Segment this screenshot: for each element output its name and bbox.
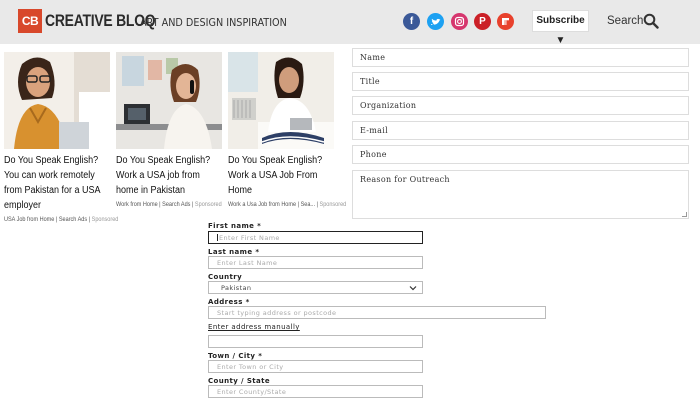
search-icon[interactable]	[643, 13, 659, 29]
chevron-down-icon	[409, 286, 417, 291]
first-name-input[interactable]: Enter First Name	[208, 231, 423, 244]
flipboard-icon[interactable]	[497, 13, 514, 30]
article-image[interactable]	[116, 52, 222, 149]
article-title[interactable]: Do You Speak English? Work a USA Job Fro…	[228, 153, 334, 198]
country-label: Country	[208, 273, 243, 281]
woman-with-glasses-at-laptop-icon	[4, 52, 110, 149]
county-input[interactable]: Enter County/State	[208, 385, 423, 398]
town-label: Town / City *	[208, 352, 263, 360]
article-title[interactable]: Do You Speak English? Work a USA job fro…	[116, 153, 222, 198]
town-input[interactable]: Enter Town or City	[208, 360, 423, 373]
address-input[interactable]: Start typing address or postcode	[208, 306, 546, 319]
twitter-icon[interactable]	[427, 13, 444, 30]
text-caret	[217, 234, 218, 241]
article-image[interactable]	[4, 52, 110, 149]
subscribe-button[interactable]: Subscribe ▼	[532, 10, 589, 46]
name-field[interactable]: Name	[352, 48, 689, 67]
logo-mark[interactable]: CB	[18, 9, 42, 33]
article-title[interactable]: Do You Speak English? You can work remot…	[4, 153, 110, 213]
last-name-input[interactable]: Enter Last Name	[208, 256, 423, 269]
resize-handle[interactable]	[682, 212, 687, 217]
address-line-input[interactable]	[208, 335, 423, 348]
search-label[interactable]: Search	[607, 15, 643, 27]
article-source: Work from Home | Search Ads | Sponsored	[116, 201, 222, 208]
phone-field[interactable]: Phone	[352, 145, 689, 164]
pinterest-icon[interactable]: P	[474, 13, 491, 30]
article-card[interactable]: Do You Speak English? Work a USA job fro…	[116, 52, 222, 208]
first-name-placeholder: Enter First Name	[219, 234, 280, 242]
facebook-icon[interactable]: f	[403, 13, 420, 30]
site-tagline: ART AND DESIGN INSPIRATION	[140, 17, 287, 29]
first-name-label: First name *	[208, 222, 262, 230]
woman-on-bed-with-laptop-icon	[228, 52, 334, 149]
article-card[interactable]: Do You Speak English? You can work remot…	[4, 52, 119, 223]
email-field[interactable]: E-mail	[352, 121, 689, 140]
article-image[interactable]	[228, 52, 334, 149]
article-source: Work a Usa Job from Home | Sea... | Spon…	[228, 201, 347, 208]
instagram-icon[interactable]	[451, 13, 468, 30]
county-label: County / State	[208, 377, 271, 385]
title-field[interactable]: Title	[352, 72, 689, 91]
site-header: CB CREATIVE BLOQ ART AND DESIGN INSPIRAT…	[0, 0, 700, 46]
reason-placeholder: Reason for Outreach	[360, 175, 450, 184]
enter-address-manually-link[interactable]: Enter address manually	[208, 323, 300, 331]
last-name-label: Last name *	[208, 248, 260, 256]
address-label: Address *	[208, 298, 250, 306]
article-card[interactable]: Do You Speak English? Work a USA Job Fro…	[228, 52, 347, 208]
country-select[interactable]: Pakistan	[208, 281, 423, 294]
reason-textarea[interactable]: Reason for Outreach	[352, 170, 689, 219]
woman-on-phone-at-desk-icon	[116, 52, 222, 149]
country-value: Pakistan	[221, 284, 252, 292]
logo-text[interactable]: CREATIVE BLOQ	[45, 11, 156, 31]
organization-field[interactable]: Organization	[352, 96, 689, 115]
article-source: USA Job from Home | Search Ads | Sponsor…	[4, 216, 119, 223]
